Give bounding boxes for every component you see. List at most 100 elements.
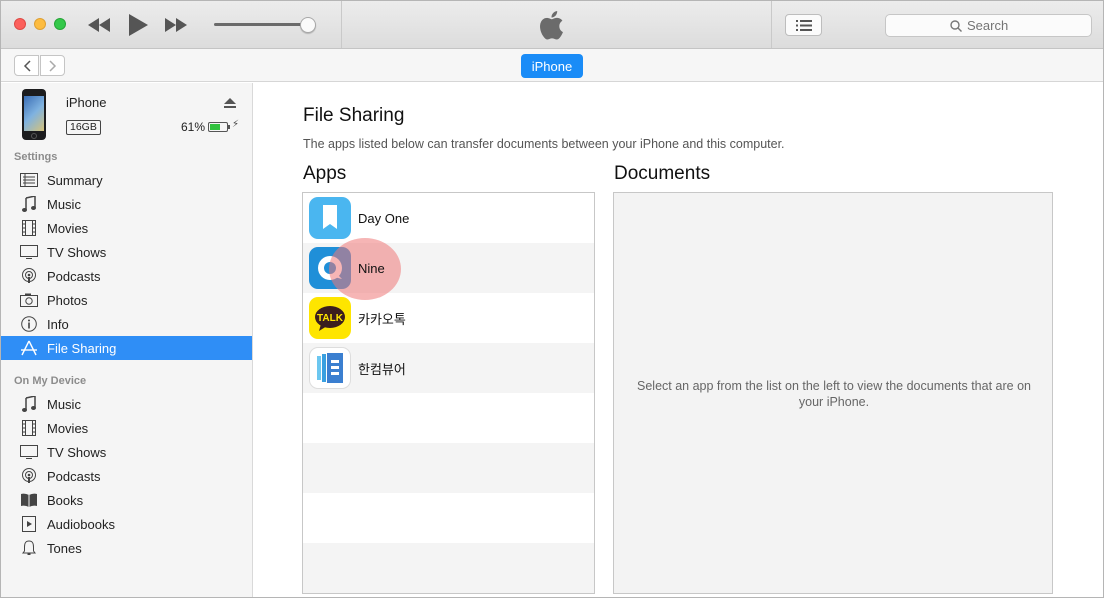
empty-row [303, 493, 594, 543]
zoom-window-button[interactable] [54, 18, 66, 30]
volume-slider-knob[interactable] [300, 17, 316, 33]
app-row-kakaotalk[interactable]: TALK 카카오톡 [303, 293, 594, 343]
search-input[interactable] [967, 18, 1027, 33]
sidebar-item-device-tv-shows[interactable]: TV Shows [1, 440, 252, 464]
device-name: iPhone [66, 95, 107, 110]
file-sharing-panel: File Sharing The apps listed below can t… [254, 83, 1103, 597]
apps-list: Day One Nine TALK 카카오톡 한컴뷰어 [302, 192, 595, 594]
book-icon [19, 490, 39, 510]
app-row-hancom-viewer[interactable]: 한컴뷰어 [303, 343, 594, 393]
apple-logo-icon [538, 10, 564, 45]
app-row-nine[interactable]: Nine [303, 243, 594, 293]
play-button[interactable] [127, 13, 149, 37]
sidebar-item-label: File Sharing [47, 340, 117, 356]
close-window-button[interactable] [14, 18, 26, 30]
svg-text:TALK: TALK [317, 313, 344, 324]
sidebar-item-file-sharing[interactable]: File Sharing [1, 336, 252, 360]
sidebar-item-photos[interactable]: Photos [1, 288, 252, 312]
film-icon [19, 218, 39, 238]
hancom-viewer-icon [309, 347, 351, 389]
device-header: iPhone 16GB 61% ⚡ [1, 83, 252, 147]
info-icon [19, 314, 39, 334]
summary-icon [19, 170, 39, 190]
sidebar-item-label: TV Shows [47, 444, 107, 460]
iphone-thumbnail [22, 89, 46, 140]
on-my-device-section-heading: On My Device [14, 375, 87, 387]
list-icon [795, 19, 812, 31]
sidebar-item-podcasts[interactable]: Podcasts [1, 264, 252, 288]
sidebar-item-device-audiobooks[interactable]: Audiobooks [1, 512, 252, 536]
up-next-list-button[interactable] [785, 14, 822, 36]
app-store-icon [19, 338, 39, 358]
rewind-icon [88, 18, 110, 32]
podcast-icon [19, 266, 39, 286]
sidebar-item-label: Music [47, 396, 81, 412]
minimize-window-button[interactable] [34, 18, 46, 30]
eject-icon[interactable] [224, 96, 236, 114]
sidebar-item-summary[interactable]: Summary [1, 168, 252, 192]
empty-row [303, 393, 594, 443]
nine-icon [309, 247, 351, 289]
volume-slider[interactable] [214, 23, 308, 26]
app-name: Day One [358, 210, 410, 226]
sidebar-item-movies[interactable]: Movies [1, 216, 252, 240]
itunes-window: iPhone iPhone 16GB 61% ⚡ Settings Summar… [0, 0, 1104, 598]
chevron-right-icon [48, 59, 56, 72]
page-title: File Sharing [303, 105, 405, 126]
app-name: 카카오톡 [358, 311, 406, 327]
back-button[interactable] [14, 55, 39, 76]
empty-row [303, 443, 594, 493]
sidebar-item-tv-shows[interactable]: TV Shows [1, 240, 252, 264]
sidebar-item-label: Movies [47, 420, 89, 436]
documents-heading: Documents [614, 163, 711, 184]
sidebar-item-info[interactable]: Info [1, 312, 252, 336]
sidebar-item-device-books[interactable]: Books [1, 488, 252, 512]
bell-icon [19, 538, 39, 558]
sidebar: iPhone 16GB 61% ⚡ Settings Summary Music… [1, 83, 253, 597]
battery-percent: 61% [181, 120, 206, 134]
sidebar-item-device-music[interactable]: Music [1, 392, 252, 416]
forward-button[interactable] [40, 55, 65, 76]
day-one-icon [309, 197, 351, 239]
play-icon [129, 14, 148, 36]
battery-tip [228, 125, 230, 129]
tv-icon [19, 242, 39, 262]
sidebar-item-music[interactable]: Music [1, 192, 252, 216]
empty-row [303, 543, 594, 593]
sidebar-item-device-podcasts[interactable]: Podcasts [1, 464, 252, 488]
sidebar-item-label: Podcasts [47, 468, 101, 484]
sidebar-item-label: Podcasts [47, 268, 101, 284]
sidebar-item-label: Info [47, 316, 69, 332]
sidebar-item-label: Books [47, 492, 84, 508]
tv-icon [19, 442, 39, 462]
kakaotalk-icon: TALK [309, 297, 351, 339]
audiobook-icon [19, 514, 39, 534]
lcd-divider-left [341, 1, 342, 48]
sidebar-item-label: Movies [47, 220, 89, 236]
podcast-icon [19, 466, 39, 486]
music-note-icon [19, 194, 39, 214]
camera-icon [19, 290, 39, 310]
device-button[interactable]: iPhone [521, 54, 583, 78]
sidebar-item-label: Photos [47, 292, 88, 308]
app-row-day-one[interactable]: Day One [303, 193, 594, 243]
sidebar-item-label: Tones [47, 540, 82, 556]
sidebar-item-device-tones[interactable]: Tones [1, 536, 252, 560]
device-capacity-badge: 16GB [66, 120, 101, 135]
apps-heading: Apps [303, 163, 347, 184]
sidebar-item-label: Audiobooks [47, 516, 115, 532]
page-description: The apps listed below can transfer docum… [303, 137, 785, 151]
fast-forward-button[interactable] [164, 13, 188, 37]
lcd-divider-right [771, 1, 772, 48]
battery-icon [208, 122, 228, 132]
app-name: Nine [358, 260, 385, 276]
film-icon [19, 418, 39, 438]
sidebar-item-label: Music [47, 196, 81, 212]
search-field[interactable] [885, 14, 1092, 37]
chevron-left-icon [23, 59, 31, 72]
search-icon [950, 19, 962, 32]
rewind-button[interactable] [87, 13, 111, 37]
app-name: 한컴뷰어 [358, 361, 406, 377]
sidebar-item-label: TV Shows [47, 244, 107, 260]
sidebar-item-device-movies[interactable]: Movies [1, 416, 252, 440]
